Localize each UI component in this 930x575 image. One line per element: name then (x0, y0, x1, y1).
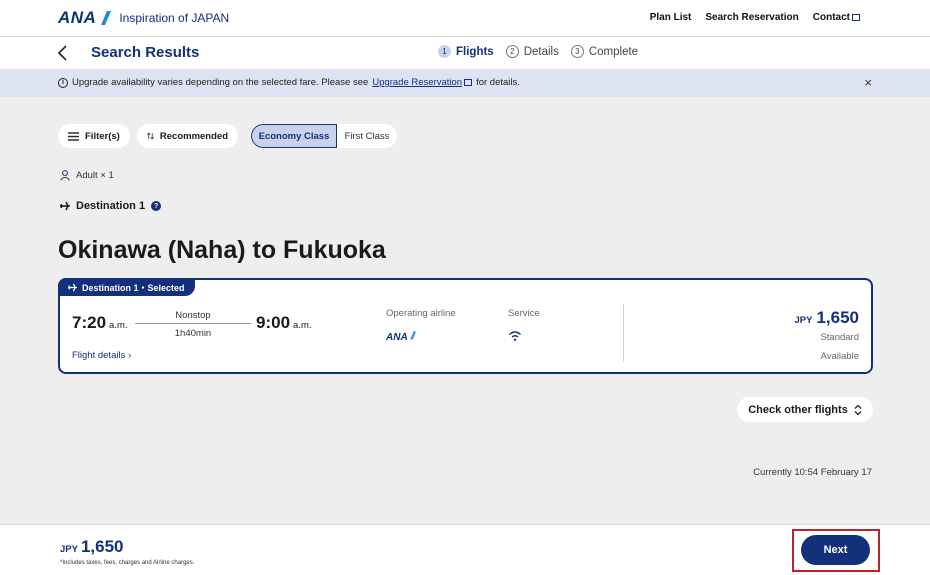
service-label: Service (508, 308, 540, 319)
step-flights: 1 Flights (438, 45, 494, 58)
total-price: JPY 1,650 (60, 537, 124, 557)
step-complete: 3 Complete (570, 45, 639, 58)
badge-label: Destination 1・Selected (82, 282, 185, 293)
external-link-icon (852, 13, 860, 21)
total-note: *Includes taxes, fees, charges and Airli… (60, 560, 195, 566)
destination-heading: Destination 1 ? (60, 200, 162, 212)
page-title: Search Results (91, 44, 200, 61)
logo-text: ANA (58, 8, 97, 27)
info-icon: i (58, 77, 68, 88)
arrival-time-value: 9:00 (256, 313, 291, 332)
notice-text: i Upgrade availability varies depending … (58, 77, 520, 88)
airline-logo: ANA (386, 331, 416, 343)
sort-arrows-icon (147, 132, 154, 140)
card-divider (623, 304, 624, 362)
price-amount: 1,650 (816, 308, 859, 327)
departure-time: 7:20 a.m. (72, 313, 128, 333)
total-currency: JPY (60, 544, 78, 555)
close-icon[interactable]: × (864, 75, 872, 90)
availability-status: Available (820, 351, 859, 362)
top-nav: Plan List Search Reservation Contact (650, 12, 860, 23)
nav-plan-list[interactable]: Plan List (650, 12, 692, 23)
economy-class-option[interactable]: Economy Class (251, 124, 337, 148)
flight-duration: 1h40min (174, 328, 212, 339)
wifi-icon (509, 331, 521, 341)
back-arrow-icon[interactable] (54, 43, 74, 63)
person-icon (60, 170, 70, 181)
route-title: Okinawa (Naha) to Fukuoka (58, 236, 386, 264)
step-details: 2 Details (505, 45, 559, 58)
operating-airline-label: Operating airline (386, 308, 456, 319)
airline-logo-text: ANA (386, 332, 408, 343)
passenger-text: Adult × 1 (76, 170, 114, 181)
first-class-option[interactable]: First Class (337, 124, 397, 148)
step-label: Complete (588, 45, 639, 58)
passenger-count: Adult × 1 (60, 170, 114, 181)
logo-slash-icon (101, 11, 112, 25)
fare-price: JPY 1,650 (794, 308, 859, 328)
filter-button[interactable]: Filter(s) (58, 124, 130, 148)
chevron-right-icon: › (127, 350, 132, 361)
arrival-ampm: a.m. (293, 320, 312, 331)
top-header: ANA Inspiration of JAPAN Plan List Searc… (0, 0, 930, 36)
flight-details-link[interactable]: Flight details › (72, 350, 131, 361)
check-other-label: Check other flights (748, 403, 848, 416)
filter-label: Filter(s) (85, 130, 120, 142)
airplane-icon (68, 283, 77, 291)
current-timestamp: Currently 10:54 February 17 (753, 467, 872, 478)
step-number: 2 (505, 45, 519, 58)
total-amount: 1,650 (80, 537, 124, 556)
flight-details-label: Flight details (72, 350, 126, 361)
sort-button[interactable]: Recommended (137, 124, 238, 148)
upgrade-notice: i Upgrade availability varies depending … (0, 69, 930, 97)
filter-lines-icon (68, 131, 79, 141)
sub-header: Search Results 1 Flights 2 Details 3 Com… (0, 37, 930, 69)
cabin-class-toggle: Economy Class First Class (251, 124, 397, 148)
next-button[interactable]: Next (801, 535, 870, 565)
nav-contact-label: Contact (812, 12, 850, 23)
bottom-bar: JPY 1,650 *Includes taxes, fees, charges … (0, 524, 930, 575)
check-other-flights-button[interactable]: Check other flights (737, 397, 873, 422)
currency-code: JPY (794, 315, 813, 326)
step-label: Flights (456, 45, 494, 58)
arrival-time: 9:00 a.m. (256, 313, 312, 333)
selected-badge: Destination 1・Selected (58, 278, 195, 296)
ana-logo[interactable]: ANA Inspiration of JAPAN (58, 8, 229, 28)
step-label: Details (523, 45, 559, 58)
notice-text-before: Upgrade availability varies depending on… (72, 77, 369, 88)
fare-type: Standard (820, 332, 859, 343)
step-number: 3 (570, 45, 584, 58)
notice-text-after: for details. (476, 77, 520, 88)
departure-ampm: a.m. (109, 320, 128, 331)
destination-label: Destination 1 (76, 200, 146, 212)
external-link-icon (464, 78, 473, 86)
sort-label: Recommended (159, 130, 228, 142)
step-number: 1 (438, 45, 451, 58)
nav-contact[interactable]: Contact (813, 12, 860, 23)
logo-slash-icon (409, 331, 416, 340)
expand-chevrons-icon (854, 404, 862, 415)
logo-tagline: Inspiration of JAPAN (119, 11, 230, 25)
progress-steps: 1 Flights 2 Details 3 Complete (438, 45, 638, 58)
upgrade-reservation-link[interactable]: Upgrade Reservation (372, 77, 473, 88)
airplane-icon (60, 201, 70, 211)
stops-label: Nonstop (175, 310, 211, 321)
upgrade-link-label: Upgrade Reservation (372, 77, 463, 88)
nav-search-reservation[interactable]: Search Reservation (705, 12, 798, 23)
help-icon[interactable]: ? (151, 201, 162, 211)
flight-card[interactable]: Destination 1・Selected 7:20 a.m. Nonstop … (58, 278, 873, 374)
departure-time-value: 7:20 (72, 313, 107, 332)
route-line (135, 323, 251, 324)
